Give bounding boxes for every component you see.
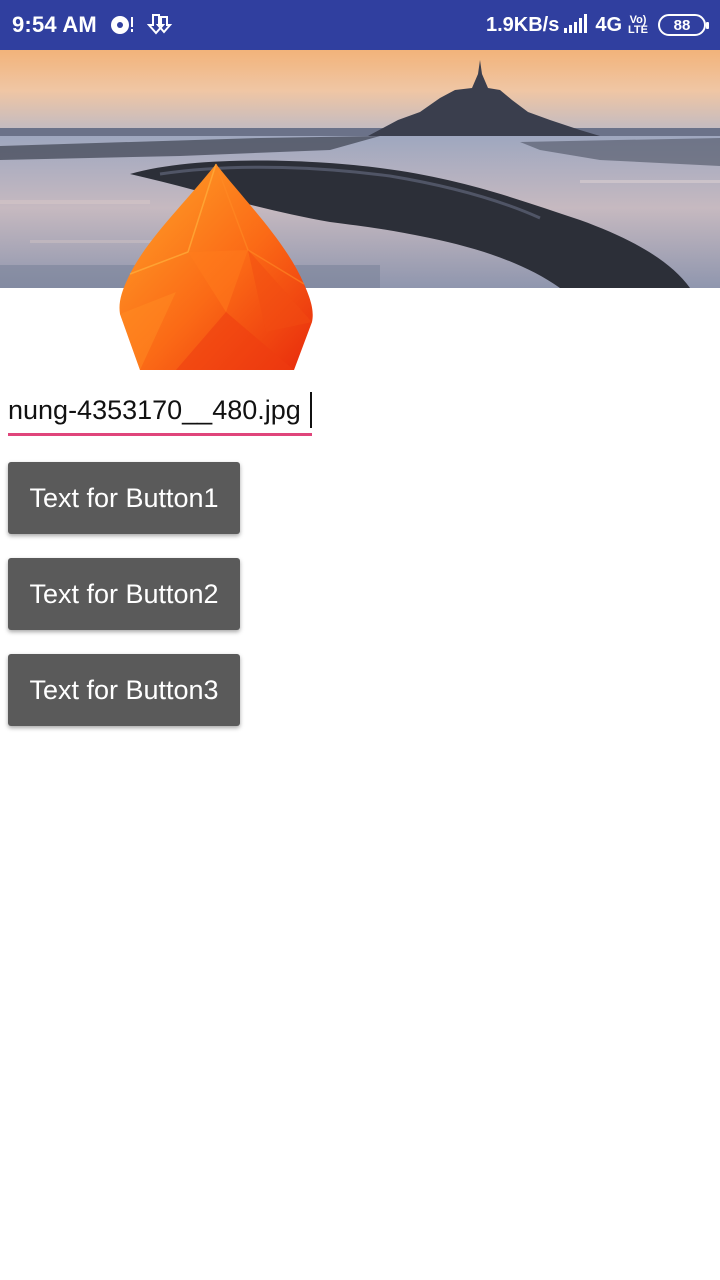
- status-time: 9:54 AM: [12, 12, 97, 37]
- button-3[interactable]: Text for Button3: [8, 654, 240, 726]
- signal-icon: [563, 12, 591, 39]
- button-3-label: Text for Button3: [29, 674, 219, 705]
- button-1[interactable]: Text for Button1: [8, 462, 240, 534]
- button-2-label: Text for Button2: [29, 578, 219, 609]
- volte-bottom: LTE: [628, 24, 648, 36]
- battery-icon: 88: [658, 14, 709, 36]
- battery-level: 88: [673, 16, 691, 34]
- download-icon: [146, 13, 173, 37]
- text-cursor: [310, 392, 312, 428]
- network-type: 4G: [595, 13, 623, 36]
- filename-input[interactable]: nung-4353170__480.jpg: [8, 388, 312, 436]
- status-left: 9:54 AM: [0, 12, 173, 38]
- status-bar: 9:54 AM 1.9KB/s 4G Vo) LTE 88: [0, 0, 720, 50]
- flame-logo-icon: [116, 162, 318, 370]
- button-2[interactable]: Text for Button2: [8, 558, 240, 630]
- volte-indicator: Vo) LTE: [628, 15, 648, 36]
- status-right: 1.9KB/s 4G Vo) LTE 88: [486, 12, 720, 39]
- button-1-label: Text for Button1: [29, 482, 219, 513]
- filename-input-value: nung-4353170__480.jpg: [8, 395, 301, 425]
- landscape-image: [0, 50, 720, 288]
- banner-image: [0, 50, 720, 288]
- media-icon: [109, 14, 135, 36]
- network-speed: 1.9KB/s: [485, 13, 560, 36]
